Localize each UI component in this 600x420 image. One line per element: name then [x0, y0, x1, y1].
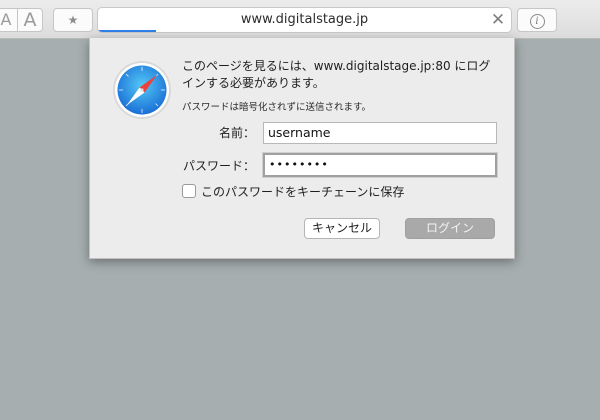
username-input[interactable]: username: [263, 122, 497, 144]
safari-compass-icon: [113, 61, 171, 119]
star-icon: ★: [67, 13, 79, 27]
page-load-progress: [98, 30, 156, 32]
password-input[interactable]: ••••••••: [263, 153, 497, 177]
cancel-button[interactable]: キャンセル: [304, 218, 380, 239]
info-icon: i: [529, 14, 545, 29]
save-keychain-checkbox[interactable]: [182, 184, 196, 198]
password-label: パスワード：: [182, 159, 255, 173]
browser-toolbar: A A ★ www.digitalstage.jp ✕ i: [0, 0, 600, 39]
page-info-button[interactable]: i: [517, 8, 557, 32]
name-label: 名前：: [218, 126, 255, 140]
login-dialog: このページを見るには、www.digitalstage.jp:80 にログインす…: [89, 38, 515, 259]
increase-font-button[interactable]: A: [17, 8, 43, 32]
stop-loading-close-icon[interactable]: ✕: [487, 8, 509, 32]
bookmark-star-button[interactable]: ★: [53, 8, 93, 32]
address-bar[interactable]: www.digitalstage.jp ✕: [97, 7, 512, 33]
decrease-font-button[interactable]: A: [0, 8, 18, 32]
unencrypted-warning: パスワードは暗号化されずに送信されます。: [182, 102, 372, 113]
login-message: このページを見るには、www.digitalstage.jp:80 にログインす…: [182, 59, 491, 90]
save-keychain-label[interactable]: このパスワードをキーチェーンに保存: [201, 183, 404, 200]
url-text: www.digitalstage.jp: [240, 12, 369, 27]
login-button[interactable]: ログイン: [405, 218, 495, 239]
